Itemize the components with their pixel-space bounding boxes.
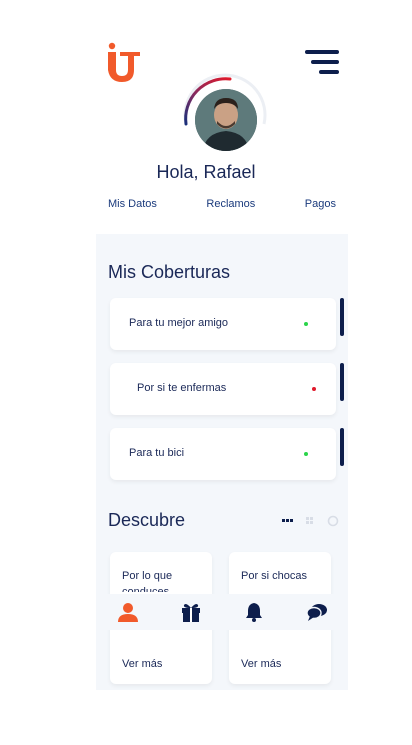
coverage-card[interactable]: Para tu mejor amigo [110, 298, 344, 350]
status-dot [304, 452, 308, 456]
coverage-card[interactable]: Por si te enfermas [110, 363, 344, 415]
profile-tabs: Mis Datos Reclamos Pagos [108, 198, 336, 210]
card-edge [340, 298, 344, 336]
card-edge [340, 428, 344, 466]
avatar[interactable] [195, 89, 257, 151]
bottom-nav [96, 594, 348, 630]
menu-icon[interactable] [303, 50, 339, 76]
tab-reclamos[interactable]: Reclamos [206, 198, 255, 210]
user-icon[interactable] [116, 600, 140, 624]
tab-pagos[interactable]: Pagos [305, 198, 336, 210]
status-dot [312, 387, 316, 391]
bell-icon[interactable] [242, 600, 266, 624]
greeting: Hola, Rafael [156, 162, 256, 182]
gift-icon[interactable] [179, 600, 203, 624]
card-edge [340, 363, 344, 401]
chat-icon[interactable] [305, 600, 329, 624]
discover-card-title: Por lo que conduces [122, 570, 173, 592]
see-more-link[interactable]: Ver más [122, 658, 162, 670]
discover-title: Descubre [108, 510, 186, 530]
tab-mis-datos[interactable]: Mis Datos [108, 198, 157, 210]
coverage-card[interactable]: Para tu bici [110, 428, 344, 480]
coverages-title: Mis Coberturas [108, 262, 231, 282]
brand-logo-icon[interactable] [106, 42, 142, 84]
status-dot [304, 322, 308, 326]
coverage-label: Para tu bici [129, 447, 185, 459]
coverage-label: Para tu mejor amigo [129, 317, 229, 329]
coverage-label: Por si te enfermas [137, 382, 227, 394]
see-more-link[interactable]: Ver más [241, 658, 281, 670]
discover-pager[interactable] [282, 514, 342, 527]
discover-card-title: Por si chocas [241, 570, 308, 582]
